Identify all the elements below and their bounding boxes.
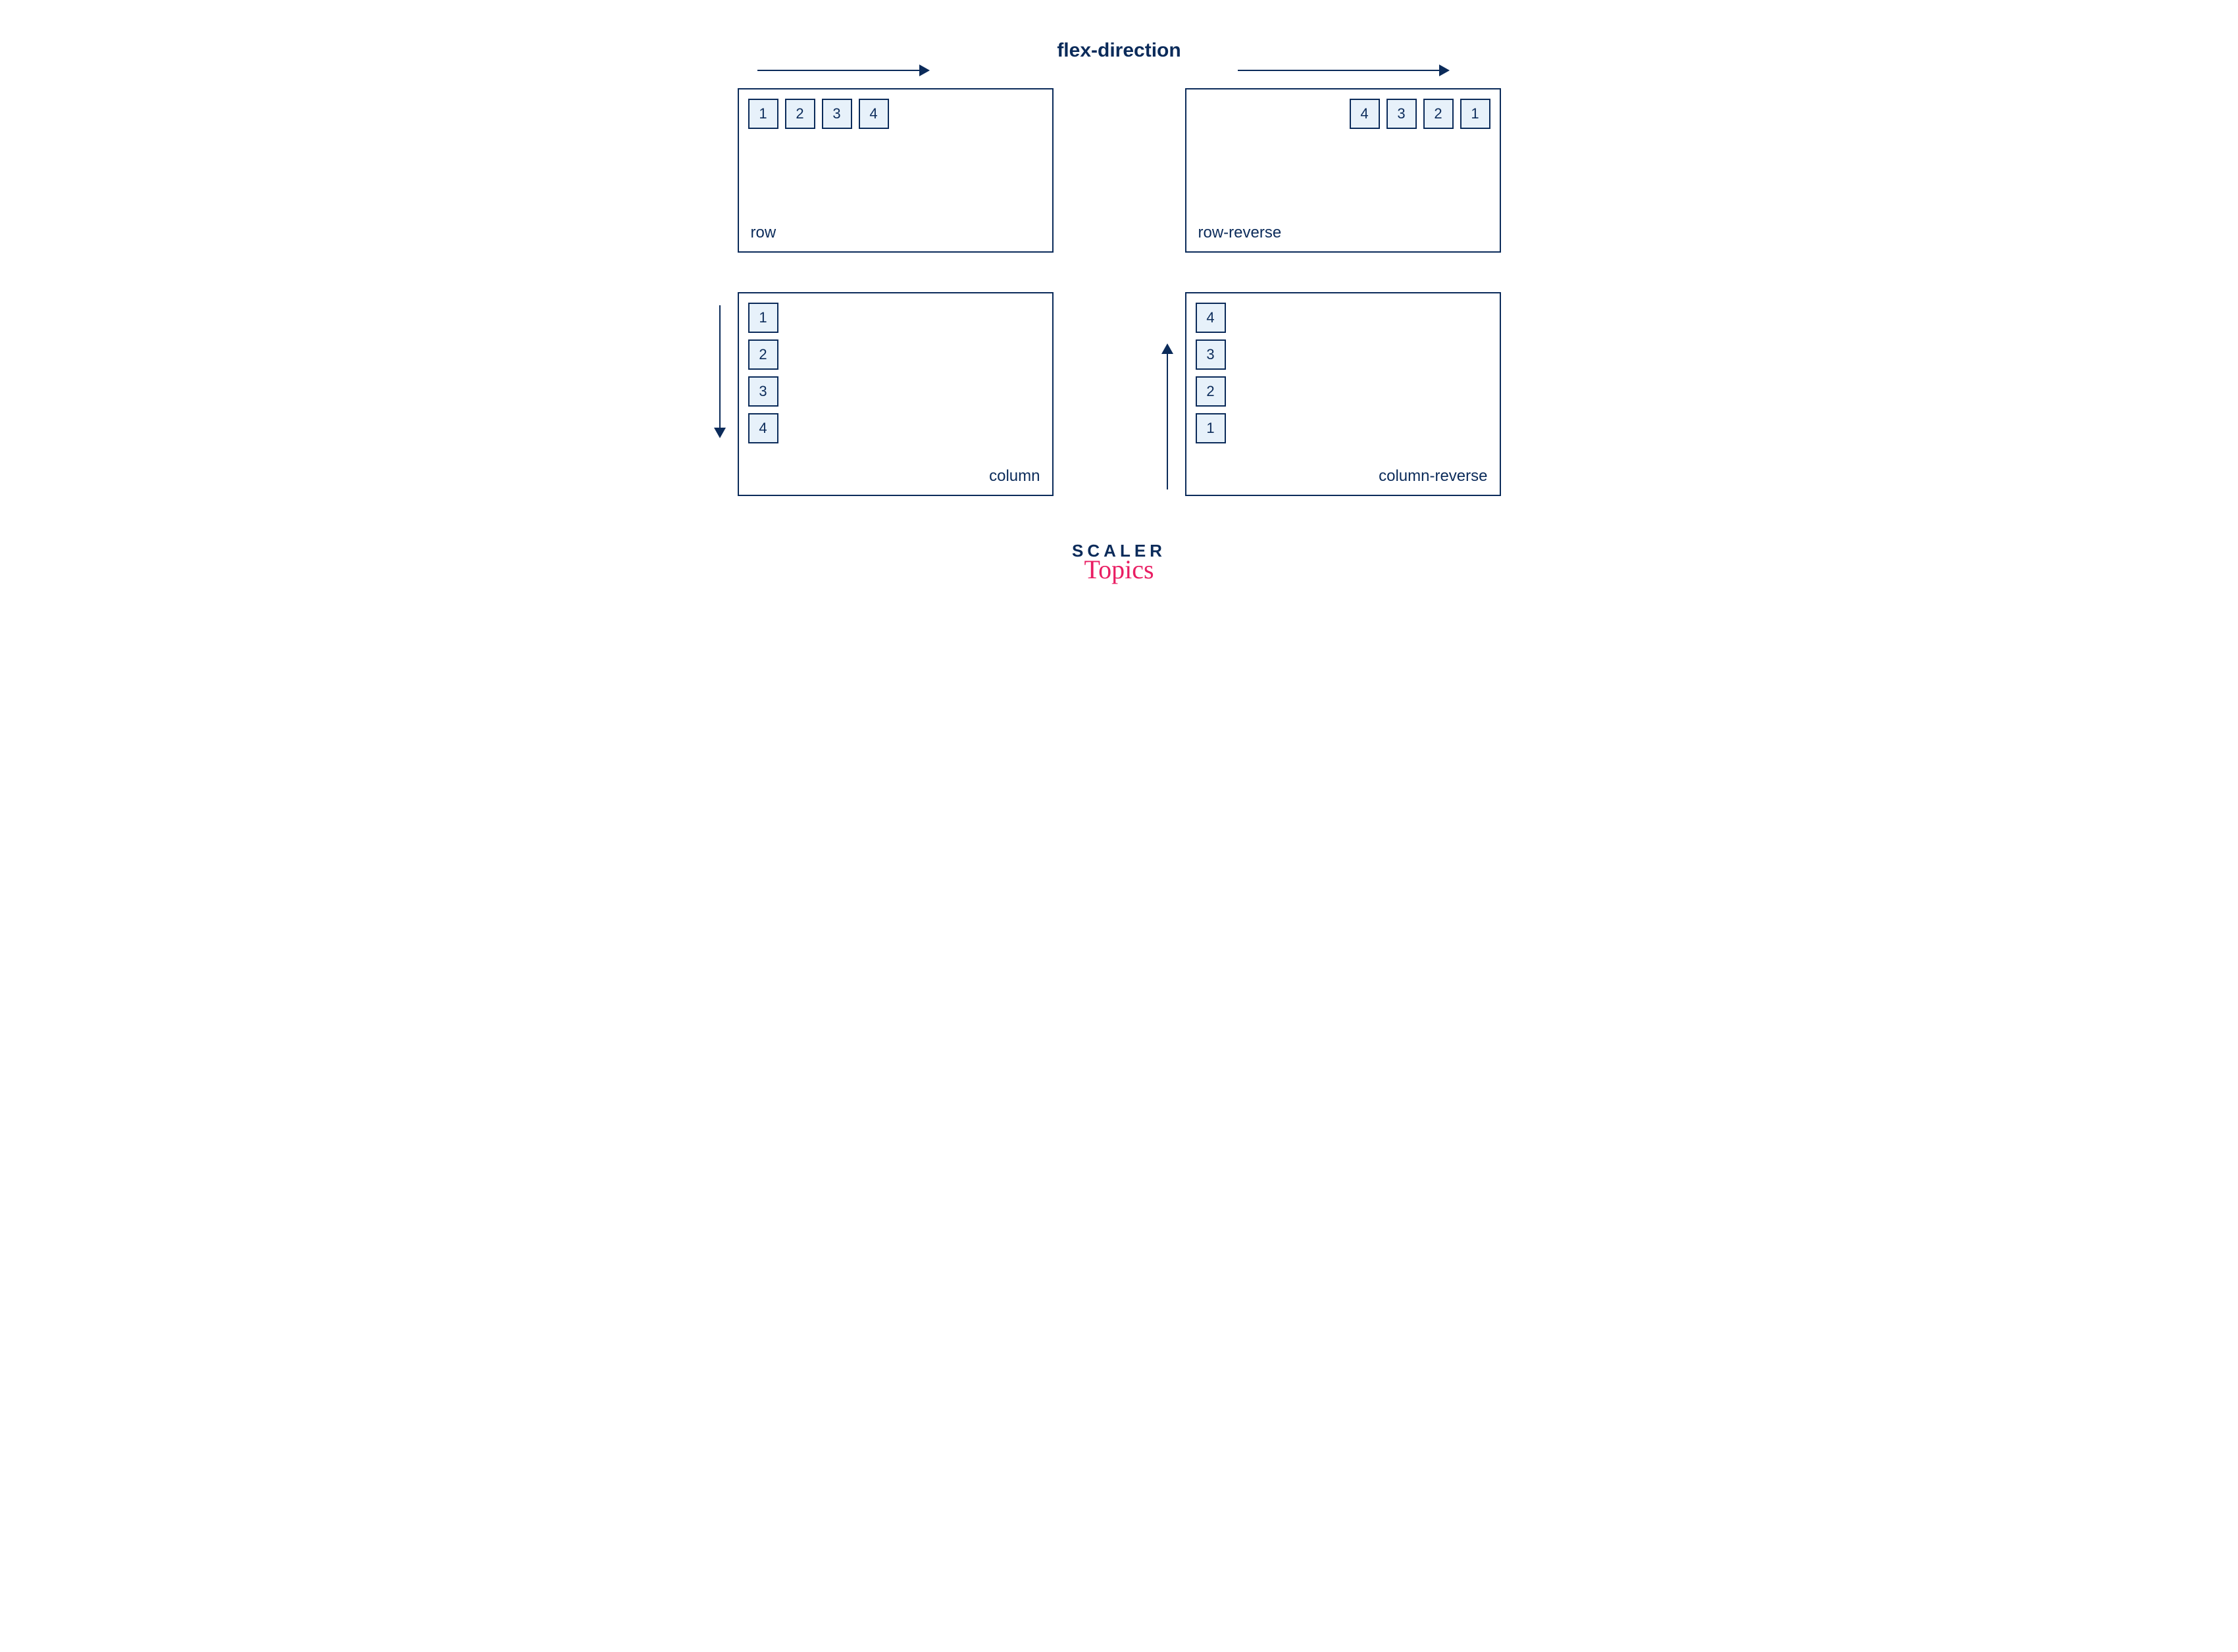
- items-column-reverse: 1 2 3 4: [1196, 303, 1490, 486]
- flex-item: 4: [859, 99, 889, 129]
- panel-row: 1 2 3 4 row: [738, 88, 1054, 253]
- panel-label: column: [989, 467, 1040, 486]
- items-row-reverse: 1 2 3 4: [1196, 99, 1490, 129]
- flex-item: 3: [748, 376, 778, 407]
- panel-label: row: [751, 224, 776, 242]
- flex-item: 4: [1196, 303, 1226, 333]
- panel-row-reverse-wrap: 1 2 3 4 row-reverse: [1185, 88, 1501, 253]
- panel-label: column-reverse: [1379, 467, 1487, 486]
- panel-column-reverse-wrap: 1 2 3 4 column-reverse: [1185, 292, 1501, 496]
- flex-item: 1: [1460, 99, 1490, 129]
- brand-logo: SCALER Topics: [698, 542, 1540, 583]
- flex-item: 2: [785, 99, 815, 129]
- panel-column: 1 2 3 4 column: [738, 292, 1054, 496]
- panel-column-wrap: 1 2 3 4 column: [738, 292, 1054, 496]
- panel-row-reverse: 1 2 3 4 row-reverse: [1185, 88, 1501, 253]
- arrow-down-icon: [719, 305, 721, 437]
- items-row: 1 2 3 4: [748, 99, 1043, 129]
- flex-item: 2: [748, 339, 778, 370]
- arrow-right-icon: [757, 70, 928, 71]
- flex-item: 4: [748, 413, 778, 443]
- flex-item: 1: [748, 99, 778, 129]
- flex-item: 3: [1196, 339, 1226, 370]
- panel-column-reverse: 1 2 3 4 column-reverse: [1185, 292, 1501, 496]
- arrow-right-icon: [1238, 70, 1448, 71]
- flex-item: 3: [1386, 99, 1417, 129]
- diagram-page: flex-direction 1 2 3 4 row 1 2: [672, 0, 1567, 609]
- logo-line2: Topics: [698, 557, 1540, 583]
- diagram-title: flex-direction: [698, 39, 1540, 62]
- flex-item: 3: [822, 99, 852, 129]
- panel-row-wrap: 1 2 3 4 row: [738, 88, 1054, 253]
- flex-item: 1: [748, 303, 778, 333]
- panels-grid: 1 2 3 4 row 1 2 3 4 row-reverse: [698, 88, 1540, 496]
- items-column: 1 2 3 4: [748, 303, 1043, 443]
- flex-item: 4: [1350, 99, 1380, 129]
- panel-label: row-reverse: [1198, 224, 1282, 242]
- flex-item: 2: [1423, 99, 1454, 129]
- arrow-up-icon: [1167, 345, 1168, 489]
- flex-item: 1: [1196, 413, 1226, 443]
- flex-item: 2: [1196, 376, 1226, 407]
